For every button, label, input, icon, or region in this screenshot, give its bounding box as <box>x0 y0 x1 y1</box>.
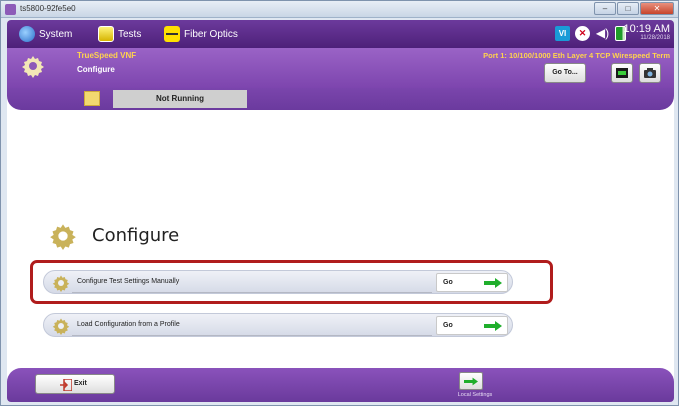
screenshot-button[interactable] <box>639 63 661 83</box>
status-icons: VI ✕ ◀) <box>555 26 626 41</box>
system-icon <box>19 26 35 42</box>
exit-button[interactable]: Exit <box>35 374 115 394</box>
vi-icon[interactable]: VI <box>555 26 570 41</box>
local-settings-button[interactable] <box>459 372 483 390</box>
page-header: TrueSpeed VNF Configure Port 1: 10/100/1… <box>7 48 674 88</box>
nav-system-label: System <box>39 28 73 40</box>
local-settings-label: Local Settings <box>457 392 493 398</box>
footer-bar: Exit Local Settings <box>7 368 674 402</box>
window-title: ts5800-92fe5e0 <box>20 4 76 13</box>
start-stop-button[interactable] <box>84 91 100 106</box>
go-label: Go <box>443 322 453 329</box>
row-load-profile[interactable]: Load Configuration from a Profile Go <box>43 313 513 337</box>
section-title: Configure <box>92 225 180 246</box>
app-icon <box>5 4 16 15</box>
alarm-icon[interactable]: ✕ <box>575 26 590 41</box>
highlight-box <box>30 260 553 304</box>
app-content: System Tests Fiber Optics VI ✕ ◀) 10:19 … <box>7 20 674 402</box>
nav-tests[interactable]: Tests <box>98 25 141 43</box>
window-controls: – □ ✕ <box>594 2 674 15</box>
clock: 10:19 AM 11/28/2018 <box>624 23 670 41</box>
goto-button[interactable]: Go To... <box>544 63 586 83</box>
results-button[interactable] <box>611 63 633 83</box>
top-navbar: System Tests Fiber Optics VI ✕ ◀) 10:19 … <box>7 20 674 48</box>
fiber-optics-icon <box>164 26 180 42</box>
exit-icon <box>60 379 72 391</box>
arrow-right-icon <box>464 377 478 386</box>
row-divider <box>72 335 432 336</box>
row-label: Load Configuration from a Profile <box>77 321 180 328</box>
clock-time: 10:19 AM <box>623 23 670 35</box>
page-name: Configure <box>77 65 115 74</box>
results-icon <box>616 68 628 78</box>
nav-fiber-optics[interactable]: Fiber Optics <box>164 25 238 43</box>
gear-icon <box>22 56 44 78</box>
close-icon[interactable]: ✕ <box>640 2 674 15</box>
nav-system[interactable]: System <box>19 25 72 43</box>
arrow-right-icon <box>484 321 502 331</box>
test-status: Not Running <box>113 90 247 108</box>
clock-date: 11/28/2018 <box>640 35 670 41</box>
camera-icon <box>644 68 656 78</box>
app-name: TrueSpeed VNF <box>77 51 137 60</box>
nav-tests-label: Tests <box>118 28 142 40</box>
app-window: ts5800-92fe5e0 – □ ✕ System Tests Fiber … <box>0 0 679 406</box>
exit-label: Exit <box>74 380 87 387</box>
window-titlebar: ts5800-92fe5e0 – □ ✕ <box>1 1 678 18</box>
minimize-icon[interactable]: – <box>594 2 616 15</box>
port-info: Port 1: 10/100/1000 Eth Layer 4 TCP Wire… <box>483 51 670 60</box>
status-strip: Not Running <box>7 88 674 110</box>
tests-icon <box>98 26 114 42</box>
nav-fiber-optics-label: Fiber Optics <box>184 28 238 40</box>
speaker-icon[interactable]: ◀) <box>595 26 610 41</box>
go-button[interactable]: Go <box>436 316 508 335</box>
gear-icon <box>52 318 70 335</box>
maximize-icon[interactable]: □ <box>617 2 639 15</box>
configure-gear-icon <box>50 224 76 250</box>
